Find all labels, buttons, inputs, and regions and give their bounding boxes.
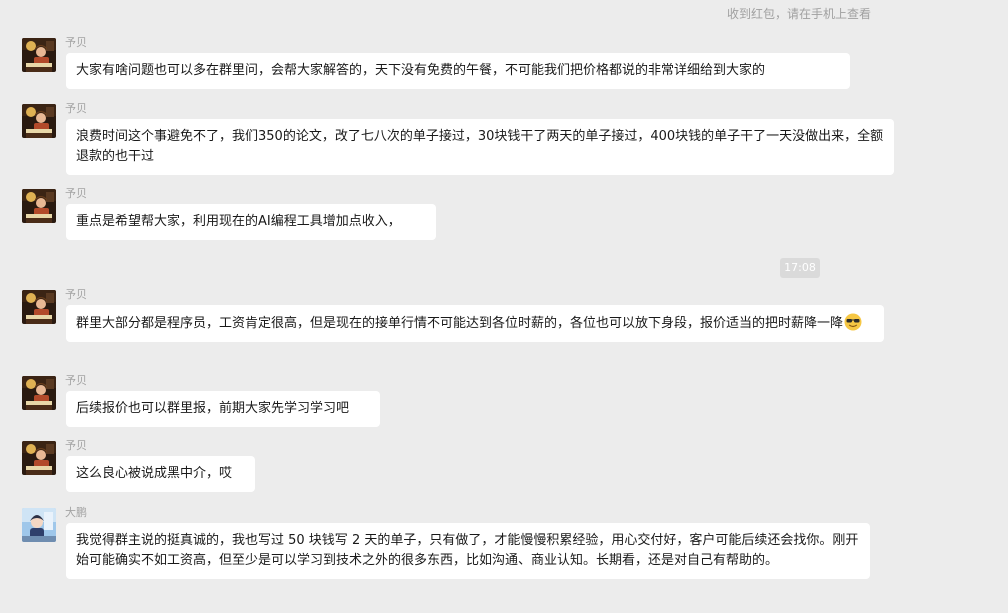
night-reading-icon[interactable] — [22, 38, 56, 72]
sender-name: 予贝 — [65, 288, 87, 301]
message-text: 群里大部分都是程序员，工资肯定很高，但是现在的接单行情不可能达到各位时薪的，各位… — [76, 316, 844, 331]
message-bubble[interactable]: 大家有啥问题也可以多在群里问，会帮大家解答的，天下没有免费的午餐，不可能我们把价… — [66, 53, 850, 89]
night-reading-icon[interactable] — [22, 104, 56, 138]
night-reading-icon[interactable] — [22, 376, 56, 410]
message-bubble[interactable]: 我觉得群主说的挺真诚的，我也写过 50 块钱写 2 天的单子，只有做了，才能慢慢… — [66, 523, 870, 579]
message-bubble[interactable]: 这么良心被说成黑中介，哎 — [66, 456, 255, 492]
message-bubble[interactable]: 重点是希望帮大家，利用现在的AI编程工具增加点收入， — [66, 204, 436, 240]
sender-name: 予贝 — [65, 36, 87, 49]
sender-name: 予贝 — [65, 187, 87, 200]
night-reading-icon[interactable] — [22, 441, 56, 475]
cool-sunglasses-emoji — [844, 313, 862, 331]
message-bubble[interactable]: 浪费时间这个事避免不了，我们350的论文，改了七八次的单子接过，30块钱干了两天… — [66, 119, 894, 175]
message-text: 后续报价也可以群里报，前期大家先学习学习吧 — [76, 401, 350, 416]
message-text: 我觉得群主说的挺真诚的，我也写过 50 块钱写 2 天的单子，只有做了，才能慢慢… — [76, 533, 859, 568]
system-note: 收到红包，请在手机上查看 — [727, 7, 872, 21]
sender-name: 予贝 — [65, 439, 87, 452]
message-text: 重点是希望帮大家，利用现在的AI编程工具增加点收入， — [76, 214, 401, 229]
sender-name: 予贝 — [65, 374, 87, 387]
chat-panel: 收到红包，请在手机上查看 予贝 大家有啥问题也可以多在群里问，会帮大家解答的，天… — [0, 0, 1008, 613]
night-reading-icon[interactable] — [22, 290, 56, 324]
message-bubble[interactable]: 后续报价也可以群里报，前期大家先学习学习吧 — [66, 391, 380, 427]
anime-boy-icon[interactable] — [22, 508, 56, 542]
message-timestamp: 17:08 — [780, 258, 820, 278]
sender-name: 大鹏 — [65, 506, 87, 519]
night-reading-icon[interactable] — [22, 189, 56, 223]
message-text: 浪费时间这个事避免不了，我们350的论文，改了七八次的单子接过，30块钱干了两天… — [76, 129, 884, 164]
message-text: 这么良心被说成黑中介，哎 — [76, 466, 233, 481]
message-bubble[interactable]: 群里大部分都是程序员，工资肯定很高，但是现在的接单行情不可能达到各位时薪的，各位… — [66, 305, 884, 342]
message-text: 大家有啥问题也可以多在群里问，会帮大家解答的，天下没有免费的午餐，不可能我们把价… — [76, 63, 766, 78]
sender-name: 予贝 — [65, 102, 87, 115]
